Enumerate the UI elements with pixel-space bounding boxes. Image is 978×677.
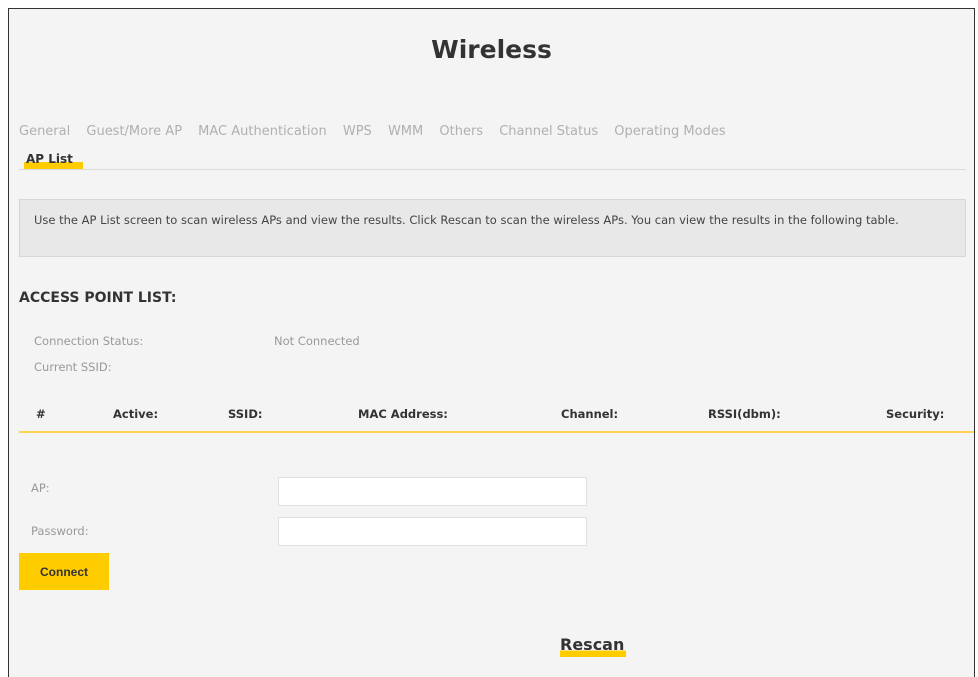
tab-ap-list[interactable]: AP List bbox=[24, 151, 83, 169]
page-title: Wireless bbox=[431, 35, 552, 64]
col-channel: Channel: bbox=[561, 407, 619, 421]
section-title: ACCESS POINT LIST: bbox=[19, 290, 177, 306]
rescan-button[interactable]: Rescan bbox=[560, 635, 627, 657]
tab-guest-more-ap[interactable]: Guest/More AP bbox=[86, 124, 182, 139]
connection-status-value: Not Connected bbox=[274, 334, 360, 348]
col-rssi: RSSI(dbm): bbox=[708, 407, 781, 421]
tab-bar: General Guest/More AP MAC Authentication… bbox=[19, 124, 964, 139]
current-ssid-label: Current SSID: bbox=[34, 360, 112, 374]
col-mac-address: MAC Address: bbox=[358, 407, 448, 421]
tab-others[interactable]: Others bbox=[439, 124, 483, 139]
ap-input[interactable] bbox=[278, 477, 587, 506]
tab-mac-authentication[interactable]: MAC Authentication bbox=[198, 124, 327, 139]
tab-operating-modes[interactable]: Operating Modes bbox=[614, 124, 725, 139]
password-label: Password: bbox=[31, 524, 89, 538]
col-index: # bbox=[36, 407, 46, 421]
wireless-page: Wireless General Guest/More AP MAC Authe… bbox=[8, 8, 975, 677]
info-text: Use the AP List screen to scan wireless … bbox=[34, 213, 899, 227]
tab-wps[interactable]: WPS bbox=[343, 124, 372, 139]
col-active: Active: bbox=[113, 407, 159, 421]
col-ssid: SSID: bbox=[228, 407, 263, 421]
tab-general[interactable]: General bbox=[19, 124, 70, 139]
password-input[interactable] bbox=[278, 517, 587, 546]
tab-divider bbox=[19, 169, 966, 170]
tab-channel-status[interactable]: Channel Status bbox=[499, 124, 598, 139]
connect-button[interactable]: Connect bbox=[19, 553, 109, 590]
tab-wmm[interactable]: WMM bbox=[388, 124, 423, 139]
col-security: Security: bbox=[886, 407, 945, 421]
ap-table-header: # Active: SSID: MAC Address: Channel: RS… bbox=[19, 401, 974, 433]
connection-status-label: Connection Status: bbox=[34, 334, 144, 348]
ap-label: AP: bbox=[31, 481, 50, 495]
info-box: Use the AP List screen to scan wireless … bbox=[19, 199, 966, 257]
